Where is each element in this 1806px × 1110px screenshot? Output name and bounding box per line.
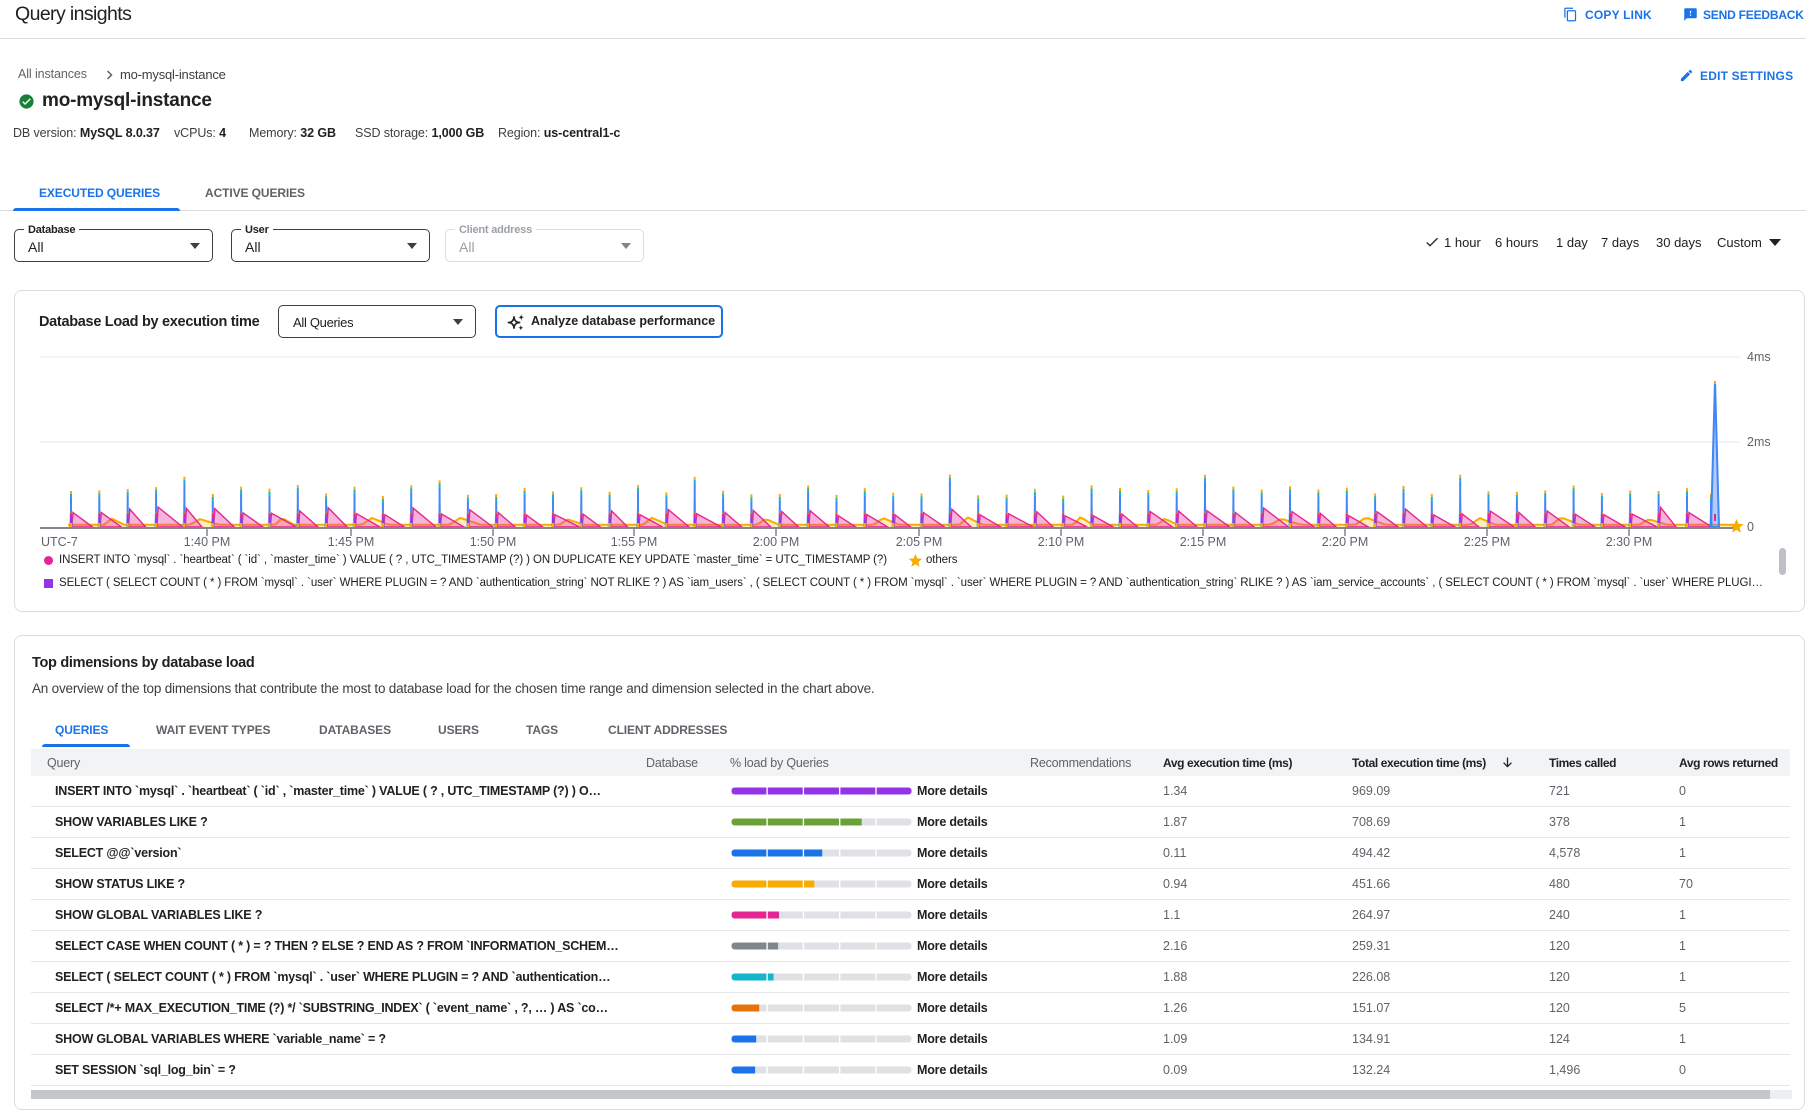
svg-text:2:25 PM: 2:25 PM <box>1464 535 1511 549</box>
svg-text:4ms: 4ms <box>1747 350 1771 364</box>
svg-text:1:45 PM: 1:45 PM <box>328 535 375 549</box>
svg-text:2ms: 2ms <box>1747 435 1771 449</box>
svg-text:1:55 PM: 1:55 PM <box>611 535 658 549</box>
svg-text:UTC-7: UTC-7 <box>41 535 78 549</box>
svg-text:0: 0 <box>1747 520 1754 534</box>
svg-text:2:05 PM: 2:05 PM <box>896 535 943 549</box>
svg-text:1:50 PM: 1:50 PM <box>470 535 517 549</box>
svg-text:2:30 PM: 2:30 PM <box>1606 535 1653 549</box>
svg-text:2:20 PM: 2:20 PM <box>1322 535 1369 549</box>
svg-text:2:10 PM: 2:10 PM <box>1038 535 1085 549</box>
svg-text:2:15 PM: 2:15 PM <box>1180 535 1227 549</box>
svg-text:1:40 PM: 1:40 PM <box>184 535 231 549</box>
svg-text:2:00 PM: 2:00 PM <box>753 535 800 549</box>
